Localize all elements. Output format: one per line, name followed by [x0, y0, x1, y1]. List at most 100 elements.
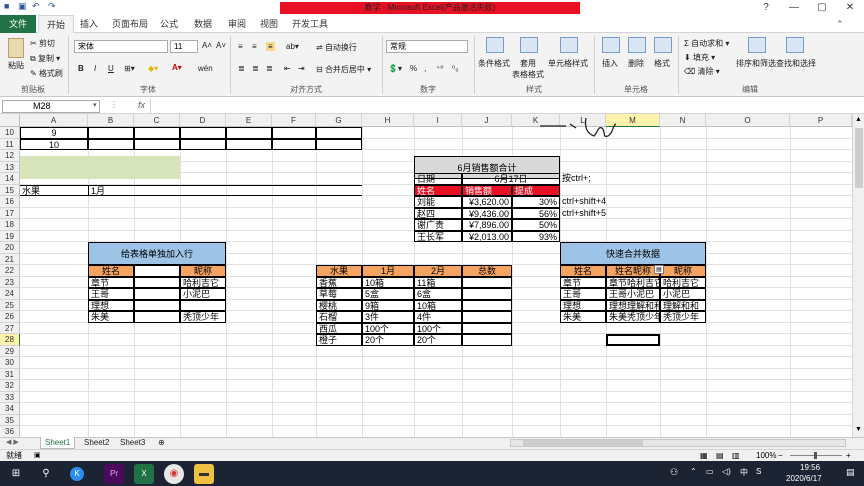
row-header-21[interactable]: 21	[0, 253, 20, 265]
fruit-cell[interactable]	[462, 334, 512, 346]
find-select-button[interactable]: 查找和选择	[776, 58, 816, 69]
tab-home[interactable]: 开始	[38, 15, 75, 33]
fruit-cell[interactable]: 9箱	[362, 299, 414, 311]
format-painter-button[interactable]: ✎ 格式刷	[30, 68, 63, 79]
table-cell[interactable]	[226, 138, 272, 150]
copy-button[interactable]: ⧉ 复制 ▾	[30, 53, 60, 64]
fruit-header-cell[interactable]: 水果	[316, 265, 362, 277]
insert-nick-cell[interactable]: 哈利吉它	[180, 276, 226, 288]
number-format-combo[interactable]: 常规	[386, 40, 468, 53]
phonetic-button[interactable]: wén	[198, 64, 213, 73]
insert-blank-cell[interactable]	[134, 311, 180, 323]
format-as-table-button[interactable]: 套用 表格格式	[512, 58, 544, 80]
row-header-13[interactable]: 13	[0, 161, 20, 173]
tab-page-layout[interactable]: 页面布局	[104, 15, 156, 33]
active-cell-m28[interactable]	[606, 334, 660, 346]
select-all-corner[interactable]	[0, 114, 20, 127]
search-icon[interactable]: ⚲	[36, 464, 56, 484]
fruit-cell[interactable]: 10箱	[414, 299, 462, 311]
merge-cell[interactable]: 章节	[560, 276, 606, 288]
table-cell[interactable]	[180, 127, 226, 139]
formula-input[interactable]	[150, 99, 864, 113]
table-cell[interactable]	[180, 138, 226, 150]
align-center-icon[interactable]: ≣	[252, 64, 259, 73]
sheet-tab-3[interactable]: Sheet3	[116, 437, 149, 449]
hint-currency[interactable]: ctrl+shift+4	[560, 196, 660, 208]
merge-cell[interactable]: 理想	[560, 299, 606, 311]
ime-s-icon[interactable]: S	[756, 467, 761, 476]
insert-nick-cell[interactable]	[180, 299, 226, 311]
clear-button[interactable]: ⌫ 清除 ▾	[684, 66, 720, 77]
fruit-cell[interactable]: 100个	[414, 322, 462, 334]
row-header-29[interactable]: 29	[0, 345, 20, 357]
fruit-cell[interactable]: 20个	[362, 334, 414, 346]
column-header-j[interactable]: J	[462, 114, 512, 127]
row-header-27[interactable]: 27	[0, 322, 20, 334]
scroll-down-icon[interactable]: ▼	[855, 426, 862, 433]
fruit-cell[interactable]	[462, 322, 512, 334]
network-icon[interactable]: ▭	[706, 467, 714, 476]
file-explorer-icon[interactable]: ▬	[194, 464, 214, 484]
fruit-cell[interactable]: 石榴	[316, 311, 362, 323]
fill-button[interactable]: ⬇ 填充 ▾	[684, 52, 715, 63]
table-cell[interactable]	[272, 127, 316, 139]
merge-cell[interactable]: 哈利吉它	[660, 276, 706, 288]
insert-nick-cell[interactable]: 秃顶少年	[180, 311, 226, 323]
table-cell[interactable]	[272, 138, 316, 150]
row-header-14[interactable]: 14	[0, 173, 20, 185]
tab-review[interactable]: 审阅	[220, 15, 254, 33]
options-dots-icon[interactable]: ⋮	[110, 100, 118, 109]
redo-icon[interactable]: ↷	[48, 1, 56, 13]
vertical-scrollbar[interactable]: ▲ ▼	[852, 114, 864, 437]
percent-button[interactable]: %	[410, 64, 417, 73]
increase-decimal-icon[interactable]: ⁺⁰	[436, 64, 443, 73]
date-value[interactable]: 6月17日	[462, 173, 560, 185]
merge-cell[interactable]: 小泥巴	[660, 288, 706, 300]
row-header-35[interactable]: 35	[0, 414, 20, 426]
merge-header-cell[interactable]: 姓名昵称	[606, 265, 660, 277]
align-middle-icon[interactable]: ≡	[252, 42, 257, 51]
hint-date[interactable]: 按ctrl+;	[560, 173, 660, 185]
grow-font-icon[interactable]: A˄	[202, 41, 212, 50]
insert-header-blank[interactable]	[134, 265, 180, 277]
minimize-icon[interactable]: —	[780, 0, 808, 15]
insert-cells-button[interactable]: 插入	[602, 58, 618, 69]
column-header-e[interactable]: E	[226, 114, 272, 127]
ribbon-collapse-icon[interactable]: ⌃	[836, 19, 844, 30]
insert-title[interactable]: 给表格单独加入行	[88, 242, 226, 265]
italic-button[interactable]: I	[94, 64, 96, 73]
header-ratio[interactable]: 提成	[512, 184, 560, 196]
merge-cell[interactable]: 秃顶少年	[660, 311, 706, 323]
row-header-12[interactable]: 12	[0, 150, 20, 162]
align-bottom-icon[interactable]: ≡	[266, 42, 275, 51]
tab-view[interactable]: 视图	[252, 15, 286, 33]
sort-filter-button[interactable]: 排序和筛选	[736, 58, 776, 69]
underline-button[interactable]: U	[108, 64, 114, 73]
wrap-text-button[interactable]: ⇌ 自动换行	[316, 42, 357, 53]
sales-amount-cell[interactable]: ¥7,896.00	[462, 219, 512, 231]
row-header-11[interactable]: 11	[0, 138, 20, 150]
insert-header-nick[interactable]: 昵称	[180, 265, 226, 277]
sheet-tab-1[interactable]: Sheet1	[40, 437, 76, 449]
row-header-16[interactable]: 16	[0, 196, 20, 208]
people-icon[interactable]: ⚇	[670, 467, 678, 478]
sales-amount-cell[interactable]: ¥3,620.00	[462, 196, 512, 208]
fruit-header-cell[interactable]: 1月	[362, 265, 414, 277]
horizontal-scrollbar[interactable]	[510, 439, 846, 447]
fruit-cell[interactable]: 樱桃	[316, 299, 362, 311]
sales-ratio-cell[interactable]: 50%	[512, 219, 560, 231]
table-cell[interactable]	[134, 138, 180, 150]
fruit-cell[interactable]: 草莓	[316, 288, 362, 300]
fruit-cell[interactable]	[462, 276, 512, 288]
merge-header-cell[interactable]: 姓名	[560, 265, 606, 277]
table-cell[interactable]	[88, 127, 134, 139]
insert-name-cell[interactable]: 章节	[88, 276, 134, 288]
align-right-icon[interactable]: ≣	[266, 64, 273, 73]
increase-indent-icon[interactable]: ⇥	[298, 64, 305, 73]
insert-name-cell[interactable]: 朱美	[88, 311, 134, 323]
fruit-cell[interactable]: 橙子	[316, 334, 362, 346]
fruit-cell[interactable]: 香蕉	[316, 276, 362, 288]
insert-name-cell[interactable]: 理想	[88, 299, 134, 311]
close-icon[interactable]: ✕	[836, 0, 864, 15]
currency-icon[interactable]: 💲▾	[388, 64, 402, 73]
